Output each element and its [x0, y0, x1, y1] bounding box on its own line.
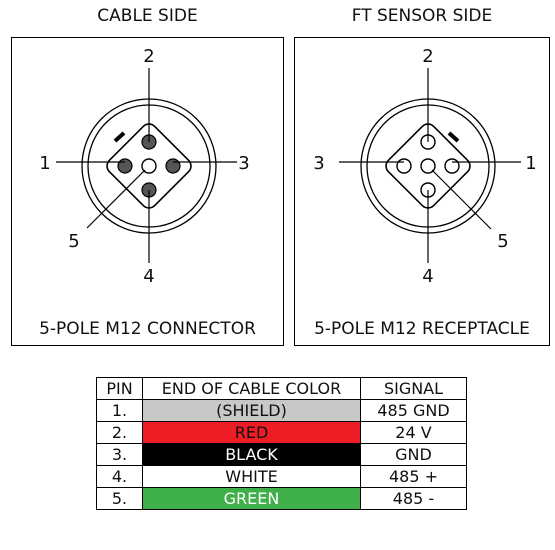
color-cell: BLACK [142, 443, 361, 466]
signal-cell: 485 - [360, 487, 467, 510]
connector-label: 5-POLE M12 CONNECTOR [39, 319, 256, 339]
pin-cell: 2. [96, 421, 143, 444]
table-row: 4. WHITE 485 + [96, 465, 467, 488]
pin-cell: 4. [96, 465, 143, 488]
signal-cell: 485 GND [360, 399, 467, 422]
connector-diagram: 2 1 3 4 5 [39, 46, 249, 287]
receptacle-pin-label-left: 3 [313, 153, 324, 174]
connector-pin-label-top: 2 [143, 46, 154, 67]
receptacle-label: 5-POLE M12 RECEPTACLE [314, 319, 530, 339]
cable-side-header: CABLE SIDE [97, 6, 198, 26]
header-color: END OF CABLE COLOR [142, 377, 361, 400]
connector-pin-label-5: 5 [68, 231, 79, 252]
color-cell: (SHIELD) [142, 399, 361, 422]
pin-cell: 5. [96, 487, 143, 510]
connector-pin-label-left: 1 [39, 153, 50, 174]
receptacle-panel: 2 3 1 4 5 5-POLE M12 RECEPTACLE [294, 37, 550, 346]
signal-cell: GND [360, 443, 467, 466]
signal-cell: 24 V [360, 421, 467, 444]
connector-pin-label-bottom: 4 [143, 266, 154, 287]
pinout-table: PIN END OF CABLE COLOR SIGNAL 1. (SHIELD)… [96, 377, 467, 510]
receptacle-pin-label-top: 2 [422, 46, 433, 67]
table-header-row: PIN END OF CABLE COLOR SIGNAL [96, 377, 467, 400]
color-cell: GREEN [142, 487, 361, 510]
pin-cell: 1. [96, 399, 143, 422]
connector-pin-label-right: 3 [238, 153, 249, 174]
sensor-side-header: FT SENSOR SIDE [351, 6, 493, 26]
header-pin: PIN [96, 377, 143, 400]
color-cell: WHITE [142, 465, 361, 488]
color-cell: RED [142, 421, 361, 444]
table-row: 5. GREEN 485 - [96, 487, 467, 510]
table-row: 2. RED 24 V [96, 421, 467, 444]
receptacle-pin-label-bottom: 4 [422, 266, 433, 287]
connector-panel: 2 1 3 4 5 5-POLE M12 CONNECTOR [11, 37, 284, 346]
table-row: 1. (SHIELD) 485 GND [96, 399, 467, 422]
receptacle-diagram: 2 3 1 4 5 [313, 46, 536, 287]
receptacle-pin-label-5: 5 [497, 231, 508, 252]
header-signal: SIGNAL [360, 377, 467, 400]
table-row: 3. BLACK GND [96, 443, 467, 466]
pin-cell: 3. [96, 443, 143, 466]
signal-cell: 485 + [360, 465, 467, 488]
receptacle-pin-label-right: 1 [525, 153, 536, 174]
